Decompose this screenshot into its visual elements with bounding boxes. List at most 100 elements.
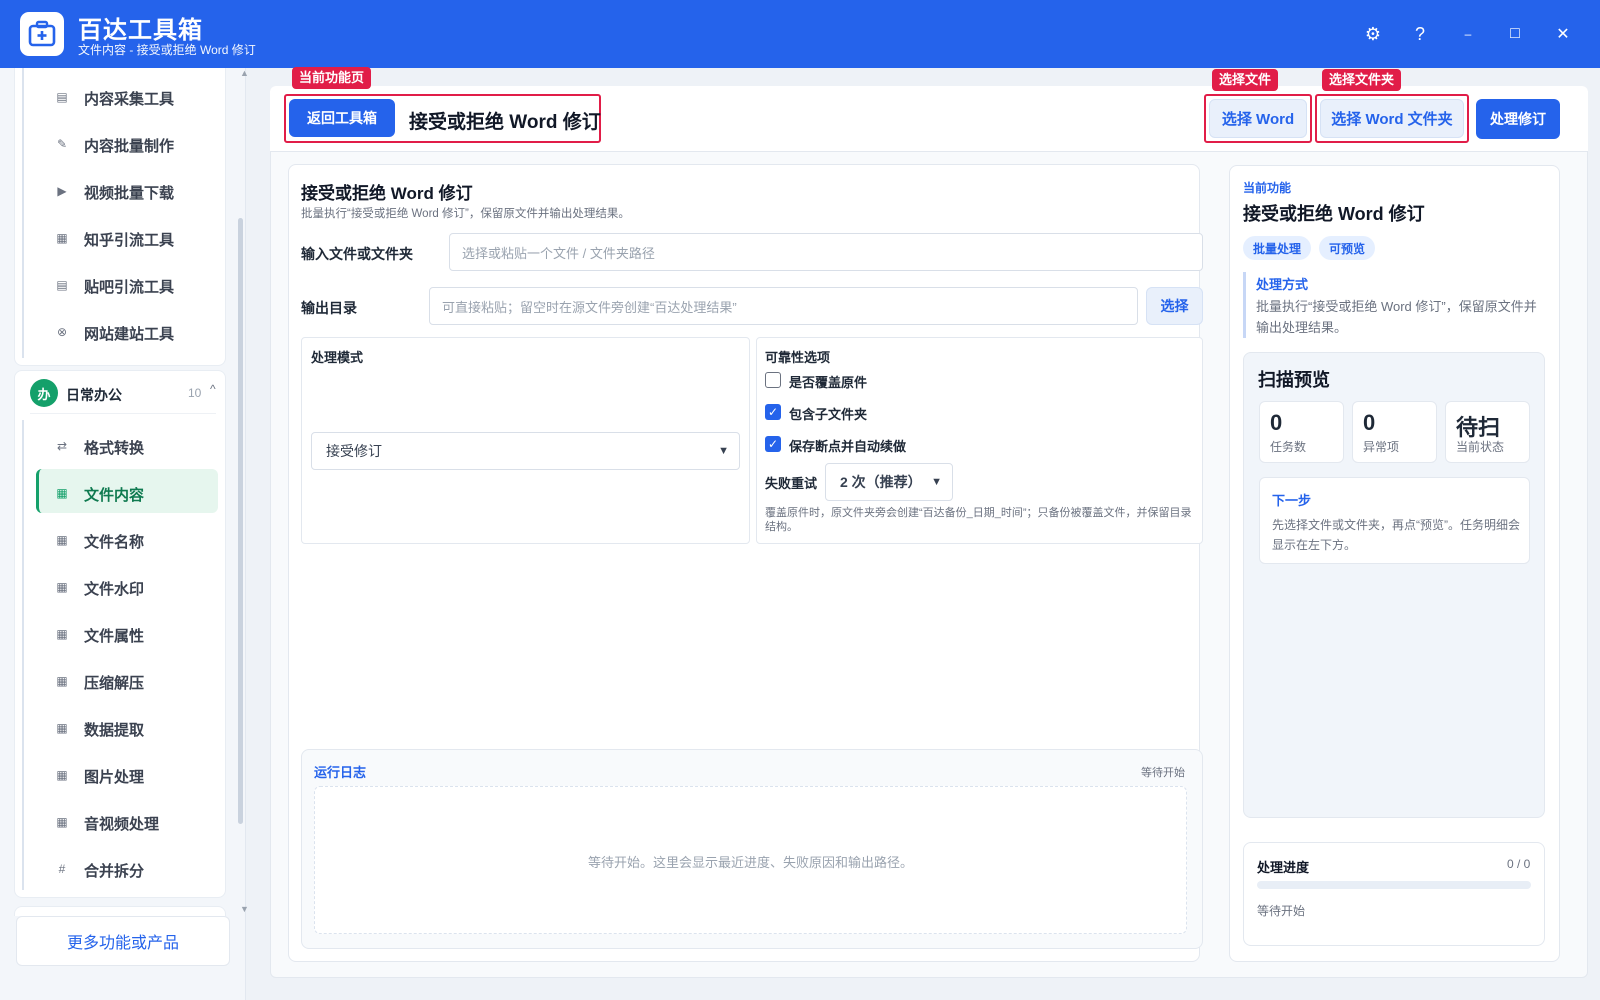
settings-icon[interactable]: ⚙ (1359, 20, 1387, 48)
resume-checkbox[interactable]: ✓ (765, 436, 781, 452)
output-select-button[interactable]: 选择 (1146, 287, 1203, 325)
group-name[interactable]: 日常办公 (66, 385, 122, 405)
group-collapse-icon[interactable]: ^ (210, 382, 216, 396)
retry-select[interactable]: 2 次（推荐） ▼ (825, 463, 953, 501)
group-badge: 办 (30, 379, 58, 407)
chip-preview: 可预览 (1319, 236, 1376, 260)
select-word-button[interactable]: 选择 Word (1209, 99, 1307, 138)
chevron-down-icon: ▼ (718, 445, 729, 457)
app-title: 百达工具箱 (78, 17, 203, 44)
log-status: 等待开始 (1141, 767, 1185, 779)
grid-icon: ▦ (56, 768, 68, 782)
toolbox-icon (28, 20, 56, 47)
retry-select-value: 2 次（推荐） (840, 474, 922, 490)
next-step-desc: 先选择文件或文件夹，再点“预览”。任务明细会显示在左下方。 (1272, 518, 1520, 552)
title-bar: 百达工具箱 文件内容 - 接受或拒绝 Word 修订 ⚙ ? – □ ✕ (0, 0, 1600, 68)
sidebar-item-file-props[interactable]: 文件属性 (84, 625, 144, 646)
sidebar-item-file-content[interactable]: 文件内容 (84, 484, 144, 505)
grid-icon: ▦ (56, 486, 68, 500)
sidebar-card-tools (14, 68, 226, 366)
mode-label: 处理模式 (311, 350, 364, 365)
sidebar-item-website[interactable]: 网站建站工具 (84, 323, 174, 344)
sidebar-item-video-download[interactable]: 视频批量下载 (84, 182, 174, 203)
output-dir-field[interactable]: 可直接粘贴；留空时在源文件旁创建“百达处理结果” (429, 287, 1138, 325)
tree-line (22, 420, 24, 890)
input-path-field[interactable]: 选择或粘贴一个文件 / 文件夹路径 (449, 233, 1203, 271)
stat-anomaly-count: 0 异常项 (1352, 401, 1437, 463)
sidebar-scrollbar[interactable] (238, 218, 243, 824)
sidebar-item-content-collect[interactable]: 内容采集工具 (84, 88, 174, 109)
method-title: 处理方式 (1256, 277, 1309, 292)
resume-label: 保存断点并自动续做 (789, 439, 907, 454)
sidebar-item-format-convert[interactable]: 格式转换 (84, 437, 144, 458)
process-revisions-button[interactable]: 处理修订 (1476, 99, 1560, 139)
hash-icon: # (58, 862, 66, 876)
sidebar-item-av[interactable]: 音视频处理 (84, 813, 159, 834)
divider (30, 413, 216, 414)
app-subtitle: 文件内容 - 接受或拒绝 Word 修订 (78, 43, 256, 57)
zhihu-icon: ▦ (56, 231, 68, 245)
progress-status: 等待开始 (1257, 904, 1306, 918)
video-icon: ▶ (57, 184, 67, 198)
method-accent-bar (1243, 272, 1246, 338)
collect-icon: ▤ (56, 90, 68, 104)
scan-preview-title: 扫描预览 (1258, 370, 1330, 390)
select-word-folder-button[interactable]: 选择 Word 文件夹 (1320, 99, 1464, 138)
progress-count: 0 / 0 (1507, 857, 1531, 871)
minimize-icon[interactable]: – (1454, 20, 1482, 48)
overwrite-checkbox[interactable] (765, 372, 781, 388)
sidebar-item-watermark[interactable]: 文件水印 (84, 578, 144, 599)
web-icon: ⊗ (56, 325, 68, 339)
group-count: 10 (188, 386, 202, 400)
stat-task-count: 0 任务数 (1259, 401, 1344, 463)
grid-icon: ▦ (56, 674, 68, 688)
scroll-up-icon[interactable]: ▲ (240, 68, 249, 78)
retry-label: 失败重试 (765, 476, 818, 491)
tree-line (22, 68, 24, 358)
mode-select-value: 接受修订 (326, 443, 382, 459)
subfolders-label: 包含子文件夹 (789, 407, 868, 422)
sidebar-item-image[interactable]: 图片处理 (84, 766, 144, 787)
close-icon[interactable]: ✕ (1549, 20, 1577, 48)
maximize-icon[interactable]: □ (1501, 20, 1529, 48)
grid-icon: ▦ (56, 815, 68, 829)
progress-title: 处理进度 (1257, 860, 1310, 875)
log-empty-text: 等待开始。这里会显示最近进度、失败原因和输出路径。 (587, 855, 913, 870)
sidebar-item-compress[interactable]: 压缩解压 (84, 672, 144, 693)
mode-select[interactable]: 接受修订 ▼ (311, 432, 740, 470)
log-title: 运行日志 (314, 765, 367, 780)
convert-icon: ⇄ (56, 439, 68, 453)
stat-current-state: 待扫 当前状态 (1445, 401, 1530, 463)
page-title: 接受或拒绝 Word 修订 (409, 112, 601, 133)
back-to-toolbox-button[interactable]: 返回工具箱 (289, 99, 395, 137)
stat-label: 当前状态 (1456, 440, 1505, 454)
chevron-down-icon: ▼ (931, 476, 942, 488)
subfolders-checkbox[interactable]: ✓ (765, 404, 781, 420)
form-description: 批量执行“接受或拒绝 Word 修订”，保留原文件并输出处理结果。 (301, 208, 630, 220)
sidebar-item-merge-split[interactable]: 合并拆分 (84, 860, 144, 881)
info-title: 接受或拒绝 Word 修订 (1243, 204, 1425, 224)
sidebar-item-tieba[interactable]: 贴吧引流工具 (84, 276, 174, 297)
progress-track (1257, 881, 1531, 889)
stat-label: 异常项 (1363, 440, 1400, 454)
annotation-select-folder: 选择文件夹 (1322, 69, 1402, 91)
stat-value: 0 (1270, 410, 1283, 435)
more-products-button[interactable]: 更多功能或产品 (16, 916, 230, 966)
method-desc: 批量执行“接受或拒绝 Word 修订”，保留原文件并输出处理结果。 (1256, 299, 1537, 335)
pen-icon: ✎ (56, 137, 68, 151)
reliability-label: 可靠性选项 (765, 350, 831, 365)
sidebar-card-next (14, 906, 226, 916)
sidebar-item-content-batch[interactable]: 内容批量制作 (84, 135, 174, 156)
backup-note: 覆盖原件时，原文件夹旁会创建“百达备份_日期_时间”；只备份被覆盖文件，并保留目… (765, 507, 1192, 533)
form-title: 接受或拒绝 Word 修订 (301, 184, 473, 203)
stat-value: 0 (1363, 410, 1376, 435)
sidebar-item-zhihu[interactable]: 知乎引流工具 (84, 229, 174, 250)
input-label: 输入文件或文件夹 (301, 246, 413, 262)
next-step-title: 下一步 (1272, 493, 1312, 508)
stat-label: 任务数 (1270, 440, 1307, 454)
help-icon[interactable]: ? (1406, 20, 1434, 48)
sidebar-item-file-name[interactable]: 文件名称 (84, 531, 144, 552)
chip-batch: 批量处理 (1243, 236, 1312, 260)
scroll-down-icon[interactable]: ▼ (240, 904, 249, 914)
sidebar-item-data-extract[interactable]: 数据提取 (84, 719, 144, 740)
